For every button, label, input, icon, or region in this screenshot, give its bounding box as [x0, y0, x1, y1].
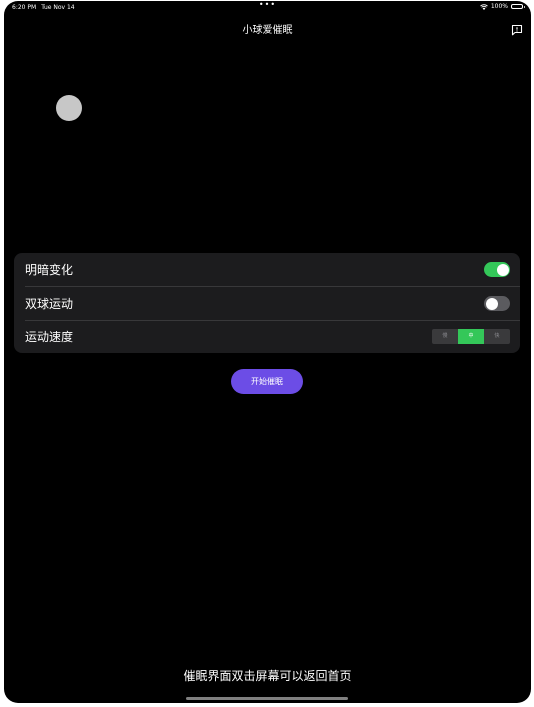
- setting-label-brightness: 明暗变化: [25, 263, 74, 277]
- speed-option-fast[interactable]: 快: [484, 329, 510, 344]
- status-bar: 6:20 PM Tue Nov 14 ••• 100%: [4, 1, 531, 13]
- toggle-knob: [485, 297, 498, 310]
- brightness-toggle[interactable]: [484, 262, 510, 277]
- toggle-knob: [496, 263, 509, 276]
- speed-option-slow[interactable]: 慢: [432, 329, 458, 344]
- multitasking-dots[interactable]: •••: [259, 1, 276, 9]
- device-screen: 6:20 PM Tue Nov 14 ••• 100% 小球爱催眠 明暗变化 双…: [4, 1, 531, 703]
- preview-ball: [56, 95, 82, 121]
- page-title: 小球爱催眠: [242, 25, 293, 36]
- setting-label-speed: 运动速度: [25, 330, 74, 344]
- setting-label-dual-ball: 双球运动: [25, 297, 74, 311]
- setting-row-speed: 运动速度 慢 中 快: [14, 320, 520, 353]
- footer-hint: 催眠界面双击屏幕可以返回首页: [183, 669, 352, 683]
- speed-option-medium[interactable]: 中: [458, 329, 484, 344]
- speed-segmented-control[interactable]: 慢 中 快: [432, 329, 510, 344]
- status-date: Tue Nov 14: [41, 4, 75, 11]
- settings-card: 明暗变化 双球运动 运动速度 慢 中 快: [14, 253, 520, 353]
- status-left: 6:20 PM Tue Nov 14: [12, 4, 75, 11]
- setting-row-dual-ball: 双球运动: [14, 287, 520, 320]
- setting-row-brightness: 明暗变化: [14, 253, 520, 286]
- dual-ball-toggle[interactable]: [484, 296, 510, 311]
- home-indicator[interactable]: [186, 697, 348, 700]
- battery-percent: 100%: [490, 3, 508, 10]
- status-time: 6:20 PM: [12, 4, 37, 11]
- feedback-icon[interactable]: [511, 21, 523, 36]
- status-right: 100%: [480, 3, 525, 10]
- battery-icon: [511, 4, 525, 9]
- wifi-icon: [480, 3, 488, 10]
- start-hypnosis-button[interactable]: 开始催眠: [231, 369, 303, 394]
